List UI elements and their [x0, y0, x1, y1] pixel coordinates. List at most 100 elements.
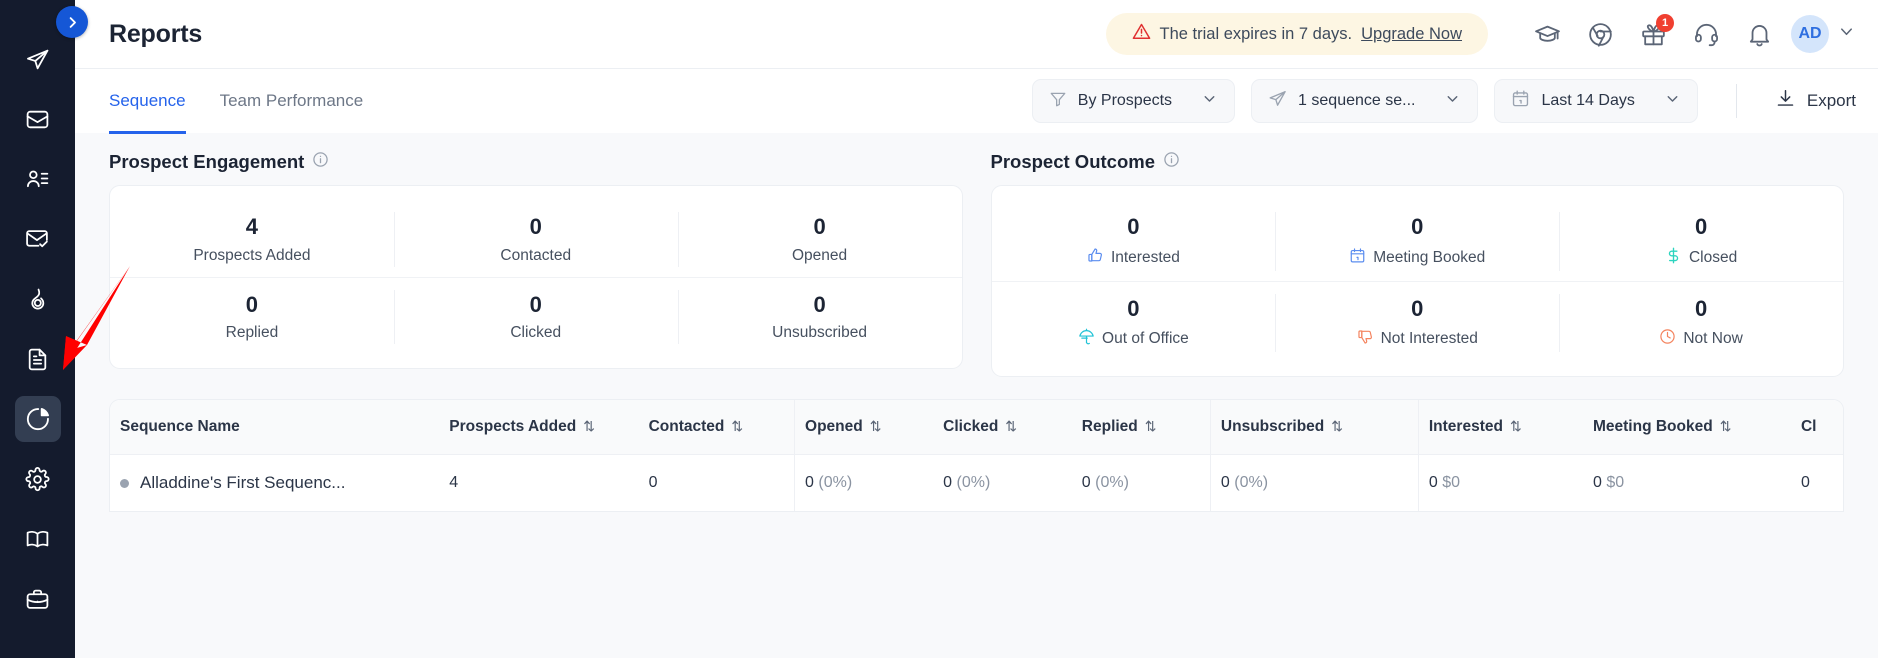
summary-cards-row: Prospect Engagement 4 Prospects Added	[109, 133, 1844, 377]
sort-updown-icon[interactable]: ⇅	[583, 418, 595, 434]
download-icon	[1775, 88, 1796, 114]
filter-group: By Prospects 1 sequence se...	[1032, 79, 1856, 123]
sidebar-item-engagement[interactable]	[15, 276, 61, 322]
tab-team-performance[interactable]: Team Performance	[220, 69, 364, 134]
report-content: Prospect Engagement 4 Prospects Added	[75, 133, 1878, 658]
bell-icon[interactable]	[1746, 21, 1773, 48]
stat-row: 0 Out of Office 0	[992, 281, 1844, 361]
dollar-icon	[1665, 247, 1682, 269]
tab-sequence[interactable]: Sequence	[109, 69, 186, 134]
header-icon-group: 1	[1534, 21, 1773, 48]
stat-value: 0	[684, 290, 956, 320]
stat-label: Not Interested	[1381, 330, 1478, 348]
stat-label: Out of Office	[1102, 330, 1189, 348]
sort-updown-icon[interactable]: ⇅	[1145, 418, 1157, 434]
cell-value: 0	[1593, 474, 1602, 491]
export-button[interactable]: Export	[1775, 88, 1856, 114]
column-label: Interested	[1429, 418, 1503, 435]
prospect-engagement-title-row: Prospect Engagement	[109, 151, 963, 173]
send-icon	[1268, 89, 1287, 113]
upgrade-now-link[interactable]: Upgrade Now	[1361, 25, 1462, 44]
table-header-row: Sequence Name Prospects Added⇅ Contacted…	[110, 400, 1843, 455]
cell-sequence-name[interactable]: Alladdine's First Sequenc...	[110, 455, 439, 512]
date-range-filter[interactable]: Last 14 Days	[1494, 79, 1697, 123]
cell-closed: 0	[1791, 455, 1843, 512]
chevron-down-icon	[1444, 90, 1461, 112]
sidebar-item-email-verification[interactable]	[15, 216, 61, 262]
page-title: Reports	[109, 20, 202, 49]
cell-unsubscribed: 0 (0%)	[1210, 455, 1418, 512]
email-verify-icon	[25, 227, 50, 252]
prospect-engagement-card: 4 Prospects Added 0 Contacted 0 Opened	[109, 185, 963, 369]
cell-percent: (0%)	[1095, 474, 1129, 491]
sort-updown-icon[interactable]: ⇅	[1720, 418, 1732, 434]
stat-label-wrap: Not Interested	[1281, 328, 1553, 350]
cell-meeting-booked: 0 $0	[1583, 455, 1791, 512]
calendar-icon	[1349, 247, 1366, 269]
stat-row: 4 Prospects Added 0 Contacted 0 Opened	[110, 204, 962, 275]
gift-icon[interactable]: 1	[1640, 21, 1667, 48]
sidebar-item-agency[interactable]	[15, 576, 61, 622]
stat-value: 0	[1565, 294, 1837, 324]
sidebar-item-templates[interactable]	[15, 336, 61, 382]
chrome-extension-icon[interactable]	[1587, 21, 1614, 48]
sidebar-item-knowledge-base[interactable]	[15, 516, 61, 562]
stat-not-interested: 0 Not Interested	[1275, 286, 1559, 361]
column-meeting-booked[interactable]: Meeting Booked⇅	[1583, 400, 1791, 455]
info-icon[interactable]	[1163, 151, 1180, 173]
sort-updown-icon[interactable]: ⇅	[1005, 418, 1017, 434]
inbox-icon	[25, 107, 50, 132]
cell-value: 0	[943, 474, 952, 491]
sort-updown-icon[interactable]: ⇅	[1510, 418, 1522, 434]
sidebar-item-prospects[interactable]	[15, 156, 61, 202]
column-label: Sequence Name	[120, 418, 240, 435]
chevron-down-icon[interactable]	[1837, 22, 1856, 46]
status-dot-icon	[120, 479, 129, 488]
column-label: Unsubscribed	[1221, 418, 1324, 435]
avatar[interactable]: AD	[1791, 15, 1829, 53]
sidebar-item-inbox[interactable]	[15, 96, 61, 142]
by-prospects-filter[interactable]: By Prospects	[1032, 79, 1235, 123]
stat-value: 0	[1281, 212, 1553, 242]
cell-value: 0	[649, 474, 658, 491]
table-row[interactable]: Alladdine's First Sequenc... 4 0 0 (0%) …	[110, 455, 1843, 512]
thumbs-down-icon	[1357, 328, 1374, 350]
sequence-select-filter[interactable]: 1 sequence se...	[1251, 79, 1478, 123]
stat-label-wrap: Out of Office	[998, 328, 1270, 350]
column-opened[interactable]: Opened⇅	[795, 400, 934, 455]
sequence-name-wrap: Alladdine's First Sequenc...	[120, 473, 429, 493]
sidebar-item-send[interactable]	[15, 36, 61, 82]
column-closed[interactable]: Cl	[1791, 400, 1843, 455]
headset-icon[interactable]	[1693, 21, 1720, 48]
stat-prospects-added: 4 Prospects Added	[110, 204, 394, 275]
graduation-cap-icon[interactable]	[1534, 21, 1561, 48]
column-clicked[interactable]: Clicked⇅	[933, 400, 1072, 455]
column-contacted[interactable]: Contacted⇅	[639, 400, 795, 455]
column-prospects-added[interactable]: Prospects Added⇅	[439, 400, 638, 455]
sidebar-item-reports[interactable]	[15, 396, 61, 442]
export-label: Export	[1807, 91, 1856, 111]
column-interested[interactable]: Interested ⇅	[1418, 400, 1583, 455]
prospect-outcome-section: Prospect Outcome 0	[991, 151, 1845, 377]
sort-updown-icon[interactable]: ⇅	[1331, 418, 1343, 434]
cell-value: 0	[1429, 474, 1438, 491]
date-range-filter-label: Last 14 Days	[1541, 92, 1634, 110]
gift-badge: 1	[1656, 14, 1674, 32]
warning-triangle-icon	[1132, 22, 1151, 46]
sidebar-item-settings[interactable]	[15, 456, 61, 502]
cell-value: 0	[805, 474, 814, 491]
stat-label: Meeting Booked	[1373, 249, 1485, 267]
stat-out-of-office: 0 Out of Office	[992, 286, 1276, 361]
stat-label-wrap: Closed	[1565, 247, 1837, 269]
stat-value: 0	[998, 212, 1270, 242]
column-unsubscribed[interactable]: Unsubscribed ⇅	[1210, 400, 1418, 455]
sort-updown-icon[interactable]: ⇅	[870, 418, 882, 434]
cell-opened: 0 (0%)	[795, 455, 934, 512]
info-icon[interactable]	[312, 151, 329, 173]
sort-updown-icon[interactable]: ⇅	[731, 418, 743, 434]
tab-list: Sequence Team Performance	[109, 69, 363, 134]
column-replied[interactable]: Replied⇅	[1072, 400, 1211, 455]
cell-amount: $0	[1442, 474, 1460, 491]
user-menu[interactable]: AD	[1791, 15, 1856, 53]
sidebar-expand-toggle[interactable]	[56, 6, 88, 38]
